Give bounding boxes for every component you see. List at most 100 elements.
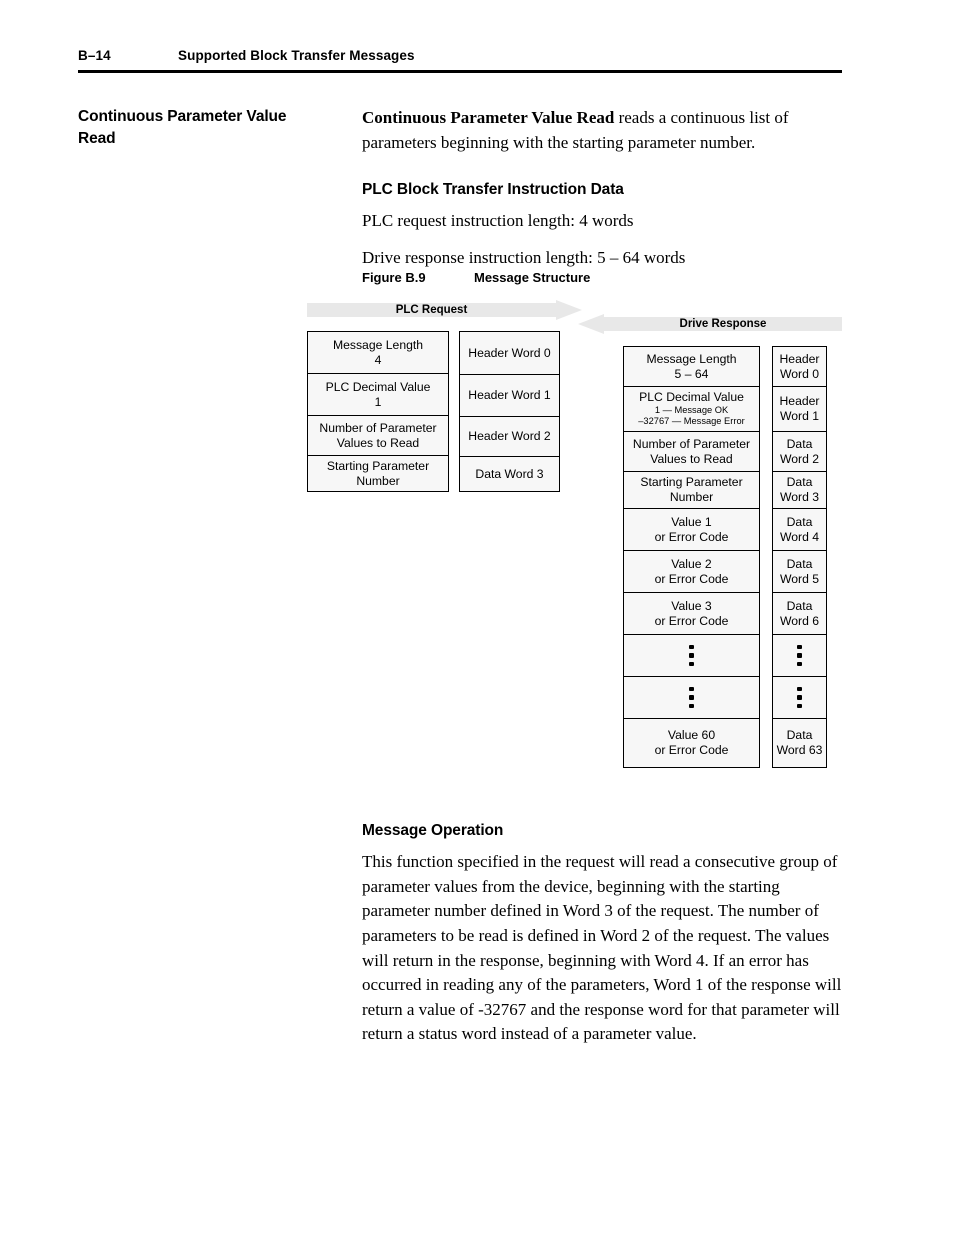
response-row: Value 2 or Error Code bbox=[623, 550, 760, 592]
section-heading: Continuous Parameter Value Read bbox=[78, 108, 287, 147]
response-word-label: Data Word 63 bbox=[772, 718, 827, 768]
response-word-label: Header Word 0 bbox=[772, 346, 827, 386]
intro-lead: Continuous Parameter Value Read bbox=[362, 108, 615, 127]
response-word-label: Data Word 3 bbox=[772, 471, 827, 508]
cell-text: Word 4 bbox=[779, 529, 820, 544]
cell-text: Values to Read bbox=[336, 435, 420, 450]
response-word-label: Data Word 4 bbox=[772, 508, 827, 550]
response-row-ellipsis bbox=[623, 676, 760, 718]
cell-text: Header Word 2 bbox=[468, 429, 551, 444]
response-row: Value 3 or Error Code bbox=[623, 592, 760, 634]
message-operation-section: Message Operation This function specifie… bbox=[362, 822, 848, 1053]
figure-number: Figure B.9 bbox=[362, 270, 426, 285]
cell-text: or Error Code bbox=[654, 529, 729, 544]
page-number: B–14 bbox=[78, 48, 111, 63]
cell-text: Data bbox=[786, 475, 813, 490]
response-row: Value 1 or Error Code bbox=[623, 508, 760, 550]
cell-text: –32767 — Message Error bbox=[638, 416, 745, 427]
response-word-ellipsis bbox=[772, 676, 827, 718]
drive-response-word-labels: Header Word 0 Header Word 1 Data Word 2 Data Wo… bbox=[772, 346, 827, 768]
cell-text: Word 0 bbox=[779, 366, 820, 381]
cell-text: Value 3 bbox=[671, 598, 712, 613]
request-row: Number of Parameter Values to Read bbox=[307, 415, 449, 455]
figure-message-structure: Figure B.9 Message Structure PLC Request … bbox=[307, 270, 847, 790]
response-word-label: Header Word 1 bbox=[772, 386, 827, 431]
header-row: B–14 Supported Block Transfer Messages bbox=[78, 48, 842, 63]
plc-request-word-labels: Header Word 0 Header Word 1 Header Word 2 D… bbox=[459, 331, 560, 492]
cell-text: Value 1 bbox=[671, 514, 712, 529]
response-row: Number of Parameter Values to Read bbox=[623, 431, 760, 471]
running-head-title: Supported Block Transfer Messages bbox=[178, 48, 415, 63]
header-rule bbox=[78, 70, 842, 73]
cell-text: Word 1 bbox=[779, 409, 820, 423]
response-row: Starting Parameter Number bbox=[623, 471, 760, 508]
main-content-column: Continuous Parameter Value Read reads a … bbox=[362, 106, 844, 283]
cell-text: Data bbox=[786, 436, 813, 451]
cell-text: 5 – 64 bbox=[674, 366, 709, 381]
response-word-ellipsis bbox=[772, 634, 827, 676]
cell-text: Header bbox=[779, 351, 820, 366]
cell-text: Header Word 0 bbox=[468, 345, 551, 360]
cell-text: Message Length bbox=[332, 337, 424, 352]
cell-text: 4 bbox=[374, 352, 382, 367]
cell-text: Data bbox=[786, 556, 813, 571]
response-word-label: Data Word 5 bbox=[772, 550, 827, 592]
cell-text: Data bbox=[786, 598, 813, 613]
plc-instruction-heading: PLC Block Transfer Instruction Data bbox=[362, 181, 624, 199]
cell-text: or Error Code bbox=[654, 571, 729, 586]
message-operation-heading: Message Operation bbox=[362, 822, 504, 839]
cell-text: Value 60 bbox=[667, 728, 716, 743]
response-row: Value 60 or Error Code bbox=[623, 718, 760, 768]
request-word-label: Header Word 0 bbox=[459, 331, 560, 374]
cell-text: 1 bbox=[374, 394, 382, 409]
page-header: B–14 Supported Block Transfer Messages bbox=[78, 48, 842, 73]
request-word-label: Header Word 1 bbox=[459, 374, 560, 416]
cell-text: or Error Code bbox=[654, 743, 729, 757]
vertical-ellipsis-icon bbox=[689, 644, 694, 667]
drive-response-arrow-banner: Drive Response bbox=[578, 314, 842, 334]
drive-response-message-table: Message Length 5 – 64 PLC Decimal Value 1 —… bbox=[623, 346, 760, 768]
request-row: Message Length 4 bbox=[307, 331, 449, 373]
cell-text: Word 3 bbox=[779, 490, 820, 504]
cell-text: 1 — Message OK bbox=[654, 404, 729, 415]
vertical-ellipsis-icon bbox=[797, 644, 802, 667]
figure-caption: Figure B.9 Message Structure bbox=[362, 270, 590, 285]
cell-text: Header Word 1 bbox=[468, 388, 551, 403]
response-row: PLC Decimal Value 1 — Message OK –32767 — … bbox=[623, 386, 760, 431]
cell-text: Word 5 bbox=[779, 571, 820, 586]
cell-text: Word 63 bbox=[776, 743, 823, 757]
cell-text: Word 6 bbox=[779, 613, 820, 628]
cell-text: Number bbox=[669, 490, 714, 504]
plc-request-message-table: Message Length 4 PLC Decimal Value 1 Number … bbox=[307, 331, 449, 492]
cell-text: Value 2 bbox=[671, 556, 712, 571]
cell-text: PLC Decimal Value bbox=[639, 389, 744, 404]
plc-request-arrow-banner: PLC Request bbox=[307, 300, 582, 320]
vertical-ellipsis-icon bbox=[689, 686, 694, 709]
cell-text: Starting Parameter bbox=[326, 458, 430, 473]
intro-paragraph: Continuous Parameter Value Read reads a … bbox=[362, 106, 844, 155]
cell-text: Number of Parameter bbox=[632, 436, 751, 451]
cell-text: Word 2 bbox=[779, 451, 820, 466]
cell-text: Starting Parameter bbox=[640, 475, 743, 490]
cell-text: Data bbox=[786, 728, 813, 743]
request-word-label: Data Word 3 bbox=[459, 456, 560, 492]
cell-text: Number of Parameter bbox=[319, 420, 437, 435]
drive-response-length: Drive response instruction length: 5 – 6… bbox=[362, 247, 686, 267]
cell-text: Number bbox=[356, 473, 400, 488]
request-row: Starting Parameter Number bbox=[307, 455, 449, 492]
figure-title: Message Structure bbox=[474, 270, 591, 285]
cell-text: Message Length bbox=[646, 351, 737, 366]
request-word-label: Header Word 2 bbox=[459, 416, 560, 456]
cell-text: or Error Code bbox=[654, 613, 729, 628]
response-word-label: Data Word 2 bbox=[772, 431, 827, 471]
cell-text: Header bbox=[779, 394, 820, 409]
request-row: PLC Decimal Value 1 bbox=[307, 373, 449, 415]
cell-text: Values to Read bbox=[650, 451, 733, 466]
response-row: Message Length 5 – 64 bbox=[623, 346, 760, 386]
message-operation-body: This function specified in the request w… bbox=[362, 852, 842, 1044]
vertical-ellipsis-icon bbox=[797, 686, 802, 709]
response-word-label: Data Word 6 bbox=[772, 592, 827, 634]
cell-text: Data bbox=[786, 514, 813, 529]
cell-text: Data Word 3 bbox=[475, 466, 544, 481]
plc-request-length: PLC request instruction length: 4 words bbox=[362, 211, 634, 231]
